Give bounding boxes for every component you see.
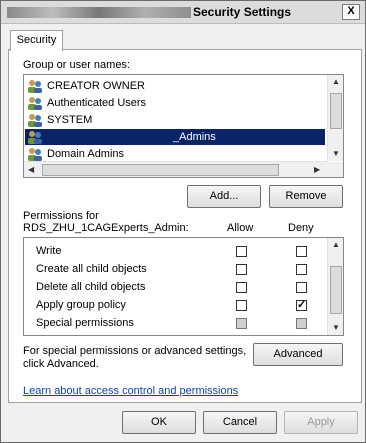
add-button[interactable]: Add... — [187, 185, 261, 208]
deny-checkbox[interactable] — [296, 282, 307, 293]
group-user-list[interactable]: CREATOR OWNER Authenticated Users SYSTEM… — [23, 74, 344, 178]
close-icon: X — [347, 5, 355, 17]
apply-button[interactable]: Apply — [284, 411, 358, 434]
ok-button[interactable]: OK — [122, 411, 196, 434]
list-item[interactable]: SYSTEM — [25, 112, 325, 128]
title-bar[interactable]: Security Settings X — [1, 1, 365, 24]
scroll-thumb[interactable] — [42, 164, 279, 176]
user-group-icon — [28, 148, 42, 161]
list-vertical-scrollbar[interactable]: ▲ ▼ — [327, 75, 343, 161]
scroll-right-icon[interactable]: ▶ — [314, 165, 320, 174]
deny-checkbox[interactable] — [296, 264, 307, 275]
deny-checkbox[interactable] — [296, 246, 307, 257]
permissions-scrollbar[interactable]: ▲ ▼ — [327, 238, 343, 335]
tab-security[interactable]: Security — [10, 30, 63, 51]
scroll-down-icon[interactable]: ▼ — [332, 149, 340, 158]
permission-name: Special permissions — [36, 317, 134, 329]
list-item[interactable]: Authenticated Users — [25, 95, 325, 111]
list-item-label: SYSTEM — [47, 114, 93, 126]
permission-row: Special permissions — [24, 315, 329, 333]
user-group-icon — [28, 80, 42, 93]
redacted-title-prefix — [7, 7, 191, 19]
permissions-label: Permissions for — [23, 210, 99, 222]
allow-checkbox[interactable] — [236, 300, 247, 311]
allow-column-header: Allow — [227, 222, 254, 234]
scroll-thumb[interactable] — [330, 93, 342, 129]
permission-row: Write — [24, 243, 329, 261]
list-item[interactable]: Domain Admins — [25, 146, 325, 162]
deny-column-header: Deny — [288, 222, 314, 234]
scroll-corner — [328, 162, 343, 177]
scroll-down-icon[interactable]: ▼ — [332, 323, 340, 332]
permission-row: Create all child objects — [24, 261, 329, 279]
close-button[interactable]: X — [342, 4, 360, 20]
scroll-left-icon[interactable]: ◀ — [28, 165, 34, 174]
allow-checkbox[interactable] — [236, 246, 247, 257]
user-group-icon — [28, 131, 42, 144]
scroll-thumb[interactable] — [330, 266, 342, 314]
remove-button[interactable]: Remove — [269, 185, 343, 208]
allow-checkbox[interactable] — [236, 318, 247, 329]
deny-checkbox[interactable] — [296, 318, 307, 329]
permission-name: Delete all child objects — [36, 281, 146, 293]
cancel-button[interactable]: Cancel — [203, 411, 277, 434]
user-group-icon — [28, 97, 42, 110]
deny-checkbox[interactable] — [296, 298, 307, 311]
window-title-text: Security Settings — [193, 5, 292, 19]
list-horizontal-scrollbar[interactable]: ◀ ▶ — [24, 161, 328, 177]
allow-checkbox[interactable] — [236, 282, 247, 293]
security-settings-window: Security Settings X Security Group or us… — [0, 0, 366, 443]
scroll-up-icon[interactable]: ▲ — [332, 77, 340, 86]
help-link[interactable]: Learn about access control and permissio… — [23, 385, 238, 397]
list-item-selected[interactable]: _Admins — [25, 129, 325, 145]
allow-checkbox[interactable] — [236, 264, 247, 275]
scroll-up-icon[interactable]: ▲ — [332, 240, 340, 249]
list-item[interactable]: CREATOR OWNER — [25, 78, 325, 94]
permission-name: Create all child objects — [36, 263, 147, 275]
list-item-label: CREATOR OWNER — [47, 80, 145, 92]
group-user-label: Group or user names: — [23, 59, 130, 71]
permission-row: Apply group policy — [24, 297, 329, 315]
window-title: Security Settings — [7, 5, 291, 19]
permission-name: Apply group policy — [36, 299, 126, 311]
list-item-label: Authenticated Users — [47, 97, 147, 109]
advanced-hint: For special permissions or advanced sett… — [23, 345, 247, 357]
list-item-label: _Admins — [173, 131, 216, 143]
permission-name: Write — [36, 245, 62, 257]
permissions-list[interactable]: Write Create all child objects Delete al… — [23, 237, 344, 336]
permission-row: Delete all child objects — [24, 279, 329, 297]
user-group-icon — [28, 114, 42, 127]
list-item-label: Domain Admins — [47, 148, 125, 160]
advanced-hint-2: click Advanced. — [23, 358, 99, 370]
permissions-principal: RDS_ZHU_1CAGExperts_Admin: — [23, 222, 189, 234]
advanced-button[interactable]: Advanced — [253, 343, 343, 366]
